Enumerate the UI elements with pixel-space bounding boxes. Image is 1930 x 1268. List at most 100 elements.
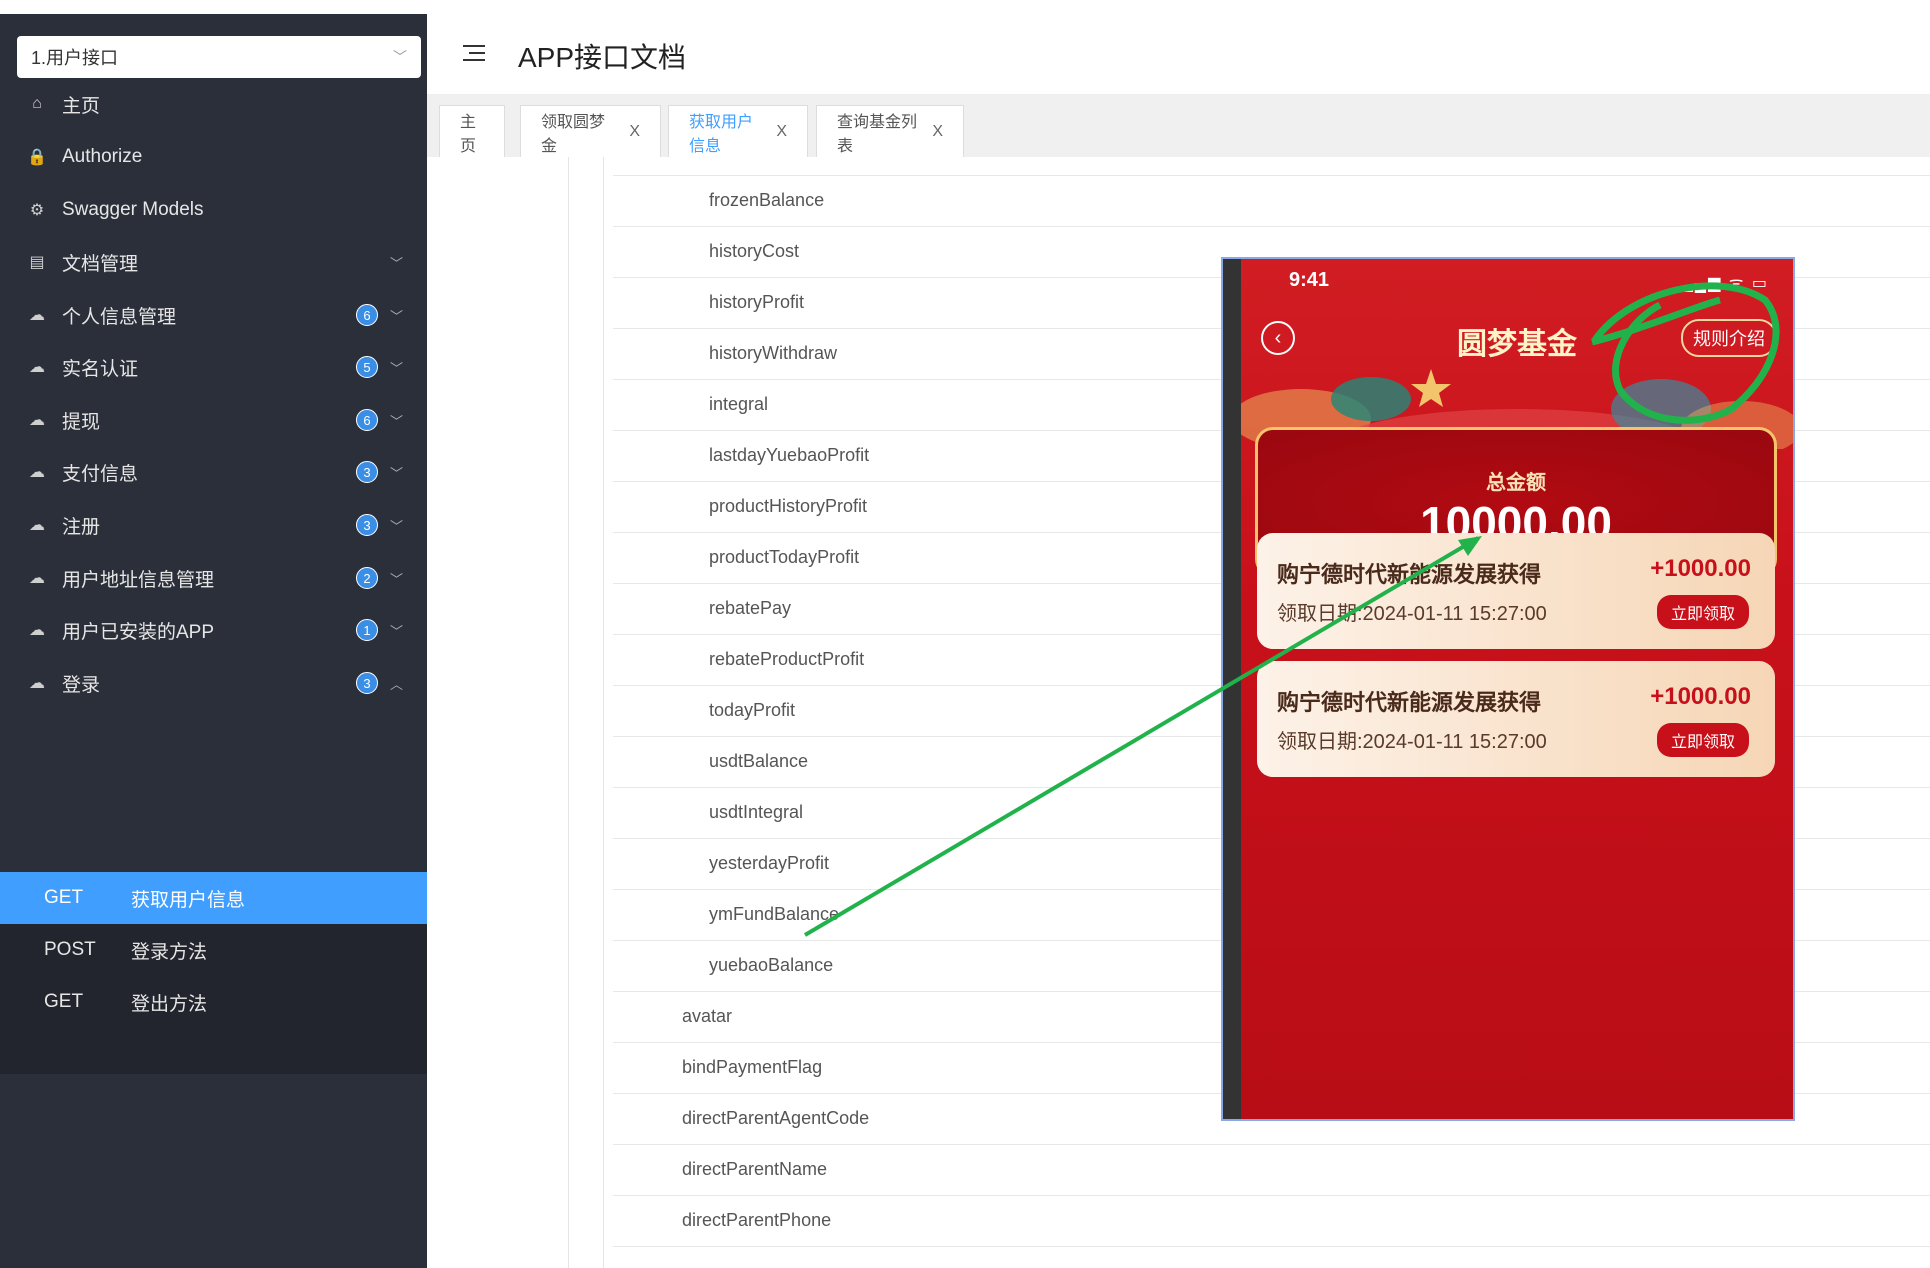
count-badge: 2: [356, 567, 378, 589]
chevron-down-icon: ﹀: [390, 518, 404, 534]
submenu-label: 获取用户信息: [131, 889, 246, 911]
phone-screen: 9:41 ▂▄▆ ᯤ ▭ ‹ 圆梦基金 规则介绍 总金额 10000.00 购宁…: [1241, 259, 1793, 1119]
count-badge: 6: [356, 304, 378, 326]
param-name: ymFundBalance: [709, 904, 840, 924]
chevron-down-icon: ﹀: [393, 49, 407, 65]
param-name: directParentAgentCode: [682, 1108, 870, 1128]
cloud-icon: ☁: [29, 307, 45, 324]
chevron-down-icon: ﹀: [390, 360, 404, 376]
top-header: APP接口文档: [427, 14, 1930, 95]
param-name: yesterdayProfit: [709, 853, 830, 873]
tab-label: 领取圆梦金: [541, 113, 606, 155]
sidebar-item-label: 用户地址信息管理: [62, 569, 215, 591]
param-name: bindPaymentFlag: [682, 1057, 823, 1077]
table-row: directParentName直属上级用户名: [613, 1145, 1930, 1196]
sidebar-item-label: 支付信息: [62, 463, 139, 485]
sidebar-item-label: 登录: [62, 674, 101, 696]
http-method: POST: [44, 939, 96, 960]
count-badge: 3: [356, 672, 378, 694]
table-row: directParentPhone直属上级手机号: [613, 1196, 1930, 1247]
tab-label: 获取用户信息: [689, 113, 754, 155]
count-badge: 3: [356, 461, 378, 483]
lock-icon: 🔒: [27, 149, 47, 166]
chevron-down-icon: ﹀: [390, 413, 404, 429]
count-badge: 5: [356, 356, 378, 378]
document-icon: ▤: [29, 254, 45, 271]
reward-card: 购宁德时代新能源发展获得 领取日期:2024-01-11 15:27:00 +1…: [1257, 661, 1775, 777]
submenu-get-user-info[interactable]: GET 获取用户信息: [0, 872, 427, 924]
cloud-icon: ☁: [29, 359, 45, 376]
cloud-icon: ☁: [29, 675, 45, 692]
close-icon[interactable]: X: [629, 123, 640, 141]
rules-button[interactable]: 规则介绍: [1681, 319, 1777, 357]
login-submenu: GET 获取用户信息 POST 登录方法 GET 登出方法: [0, 872, 427, 1074]
param-name: historyCost: [709, 241, 800, 261]
sidebar-item-label: 实名认证: [62, 358, 139, 380]
param-name: productTodayProfit: [709, 547, 860, 567]
cloud-icon: ☁: [29, 622, 45, 639]
cloud-icon: ☁: [29, 464, 45, 481]
submenu-logout-method[interactable]: GET 登出方法: [0, 976, 427, 1028]
tab-bar: 主页 领取圆梦金 X 获取用户信息 X 查询基金列表 X: [427, 95, 1930, 158]
param-name: currentProductCost: [709, 157, 864, 160]
close-icon[interactable]: X: [776, 123, 787, 141]
param-name: yuebaoBalance: [709, 955, 834, 975]
reward-amount: +1000.00: [1650, 683, 1751, 710]
cloud-icon: ☁: [29, 517, 45, 534]
param-name: lastdayYuebaoProfit: [709, 445, 870, 465]
sidebar-item-label: 个人信息管理: [62, 306, 177, 328]
submenu-login-method[interactable]: POST 登录方法: [0, 924, 427, 976]
param-name: todayProfit: [709, 700, 796, 720]
count-badge: 6: [356, 409, 378, 431]
claim-button[interactable]: 立即领取: [1656, 595, 1749, 629]
sidebar-item-label: 文档管理: [62, 253, 139, 275]
sidebar-item-label: Swagger Models: [62, 199, 204, 220]
param-name: frozenBalance: [709, 190, 825, 210]
page-title: APP接口文档: [518, 42, 687, 73]
http-method: GET: [44, 887, 84, 908]
phone-screenshot: 9:41 ▂▄▆ ᯤ ▭ ‹ 圆梦基金 规则介绍 总金额 10000.00 购宁…: [1221, 257, 1795, 1121]
chevron-down-icon: ﹀: [390, 308, 404, 324]
tab-home[interactable]: 主页: [439, 105, 505, 157]
claim-button[interactable]: 立即领取: [1656, 723, 1749, 757]
tab-fund-list[interactable]: 查询基金列表 X: [816, 105, 964, 157]
gear-icon: ⚙: [29, 202, 45, 219]
sidebar-item-label: Authorize: [62, 146, 143, 167]
http-method: GET: [44, 991, 84, 1012]
sidebar-item-label: 提现: [62, 411, 101, 433]
top-border: [0, 0, 1930, 15]
sidebar-item-11[interactable]: ☁ 登录 3 ︿: [0, 651, 427, 715]
doc-group-select-value: 1.用户接口: [31, 48, 119, 68]
sidebar-item-label: 注册: [62, 516, 101, 538]
divider: [603, 157, 604, 1268]
balance-label: 总金额: [1486, 472, 1546, 494]
tab-label: 主页: [460, 113, 477, 155]
reward-date: 领取日期:2024-01-11 15:27:00: [1277, 731, 1547, 753]
chevron-down-icon: ﹀: [390, 571, 404, 587]
home-icon: ⌂: [32, 95, 42, 112]
param-name: rebateProductProfit: [709, 649, 865, 669]
submenu-label: 登出方法: [131, 993, 208, 1015]
count-badge: 3: [356, 514, 378, 536]
reward-amount: +1000.00: [1650, 555, 1751, 582]
tab-claim-fund[interactable]: 领取圆梦金 X: [520, 105, 661, 157]
chevron-up-icon: ︿: [390, 676, 404, 692]
param-name: integral: [709, 394, 769, 414]
param-name: directParentName: [682, 1159, 828, 1179]
close-icon[interactable]: X: [932, 123, 943, 141]
cloud-icon: ☁: [29, 412, 45, 429]
phone-time: 9:41: [1289, 269, 1330, 291]
sidebar-item-label: 用户已安装的APP: [62, 621, 215, 643]
table-row: frozenBalance冻结余额: [613, 176, 1930, 227]
reward-date: 领取日期:2024-01-11 15:27:00: [1277, 603, 1547, 625]
menu-toggle-icon[interactable]: [459, 42, 485, 64]
sidebar-item-label: 主页: [62, 95, 101, 117]
reward-title: 购宁德时代新能源发展获得: [1277, 690, 1542, 715]
chevron-down-icon: ﹀: [390, 623, 404, 639]
reward-title: 购宁德时代新能源发展获得: [1277, 562, 1542, 587]
param-name: avatar: [682, 1006, 733, 1026]
tab-get-user-info[interactable]: 获取用户信息 X: [668, 105, 808, 157]
chevron-down-icon: ﹀: [390, 465, 404, 481]
param-name: rebatePay: [709, 598, 792, 618]
param-name: productHistoryProfit: [709, 496, 868, 516]
